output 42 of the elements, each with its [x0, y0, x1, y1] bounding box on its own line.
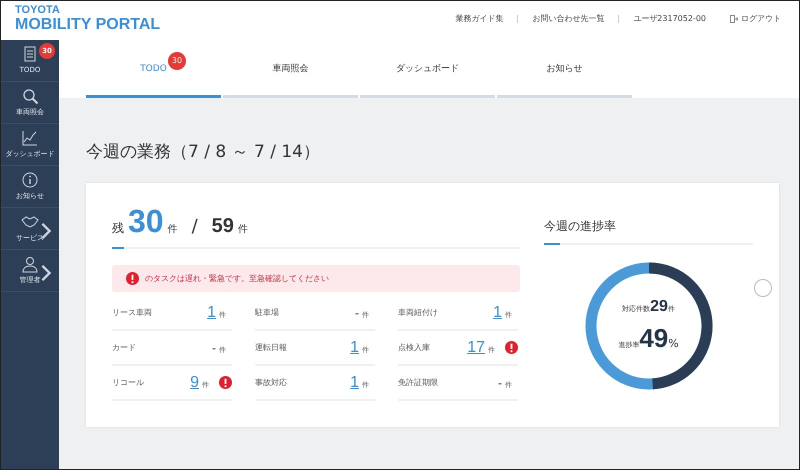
total-count: 59 — [212, 214, 234, 239]
task-label: 駐車場 — [255, 306, 280, 318]
section-title: 今週の進捗率 — [544, 205, 753, 245]
warning-icon — [219, 376, 232, 389]
count-value: 29 — [650, 296, 668, 316]
task-count: - — [355, 306, 359, 318]
tab[interactable]: ダッシュボード — [360, 40, 495, 98]
task-label: 事故対応 — [255, 376, 288, 388]
task-label: 車両紐付け — [398, 306, 439, 318]
header-link[interactable]: お問い合わせ先一覧 — [518, 13, 618, 25]
rate-value: 49 — [639, 322, 668, 354]
task-count: - — [498, 376, 502, 388]
remaining-count: 30 — [128, 205, 164, 237]
tab[interactable]: お知らせ — [497, 40, 632, 98]
warning-icon — [126, 272, 139, 285]
task-count: - — [212, 342, 216, 354]
task-label: 点検入庫 — [398, 342, 431, 354]
logo-text: TOYOTA — [15, 5, 61, 16]
alert-message: のタスクは遅れ・緊急です。至急確認してください — [145, 272, 329, 284]
header-link[interactable]: ユーザ2317052-00 — [619, 13, 720, 25]
task-label: 免許証期限 — [398, 376, 439, 388]
logout-link[interactable]: ログアウト — [741, 13, 781, 25]
warning-icon — [505, 341, 518, 354]
unit-label: % — [668, 336, 679, 352]
tab[interactable]: 車両照会 — [223, 40, 358, 98]
task-label: リコール — [112, 376, 145, 388]
count-badge: 30 — [168, 52, 186, 70]
header-link[interactable]: 業務ガイド集 — [441, 13, 518, 25]
unit-label: 件 — [168, 223, 178, 237]
logout-icon — [730, 15, 738, 23]
task-label: 運転日報 — [255, 342, 288, 354]
person-icon — [21, 255, 39, 274]
unit-label: 件 — [238, 223, 248, 237]
task-label: カード — [112, 342, 137, 354]
search-icon — [21, 87, 39, 106]
chart-icon — [21, 129, 39, 148]
remaining-label: 残 — [112, 220, 124, 237]
page-title: 今週の業務（7 / 8 ～ 7 / 14） — [85, 141, 321, 164]
separator: / — [192, 215, 198, 239]
logo-text: MOBILITY PORTAL — [15, 16, 160, 34]
info-icon — [21, 171, 39, 190]
task-label: リース車両 — [112, 306, 153, 318]
